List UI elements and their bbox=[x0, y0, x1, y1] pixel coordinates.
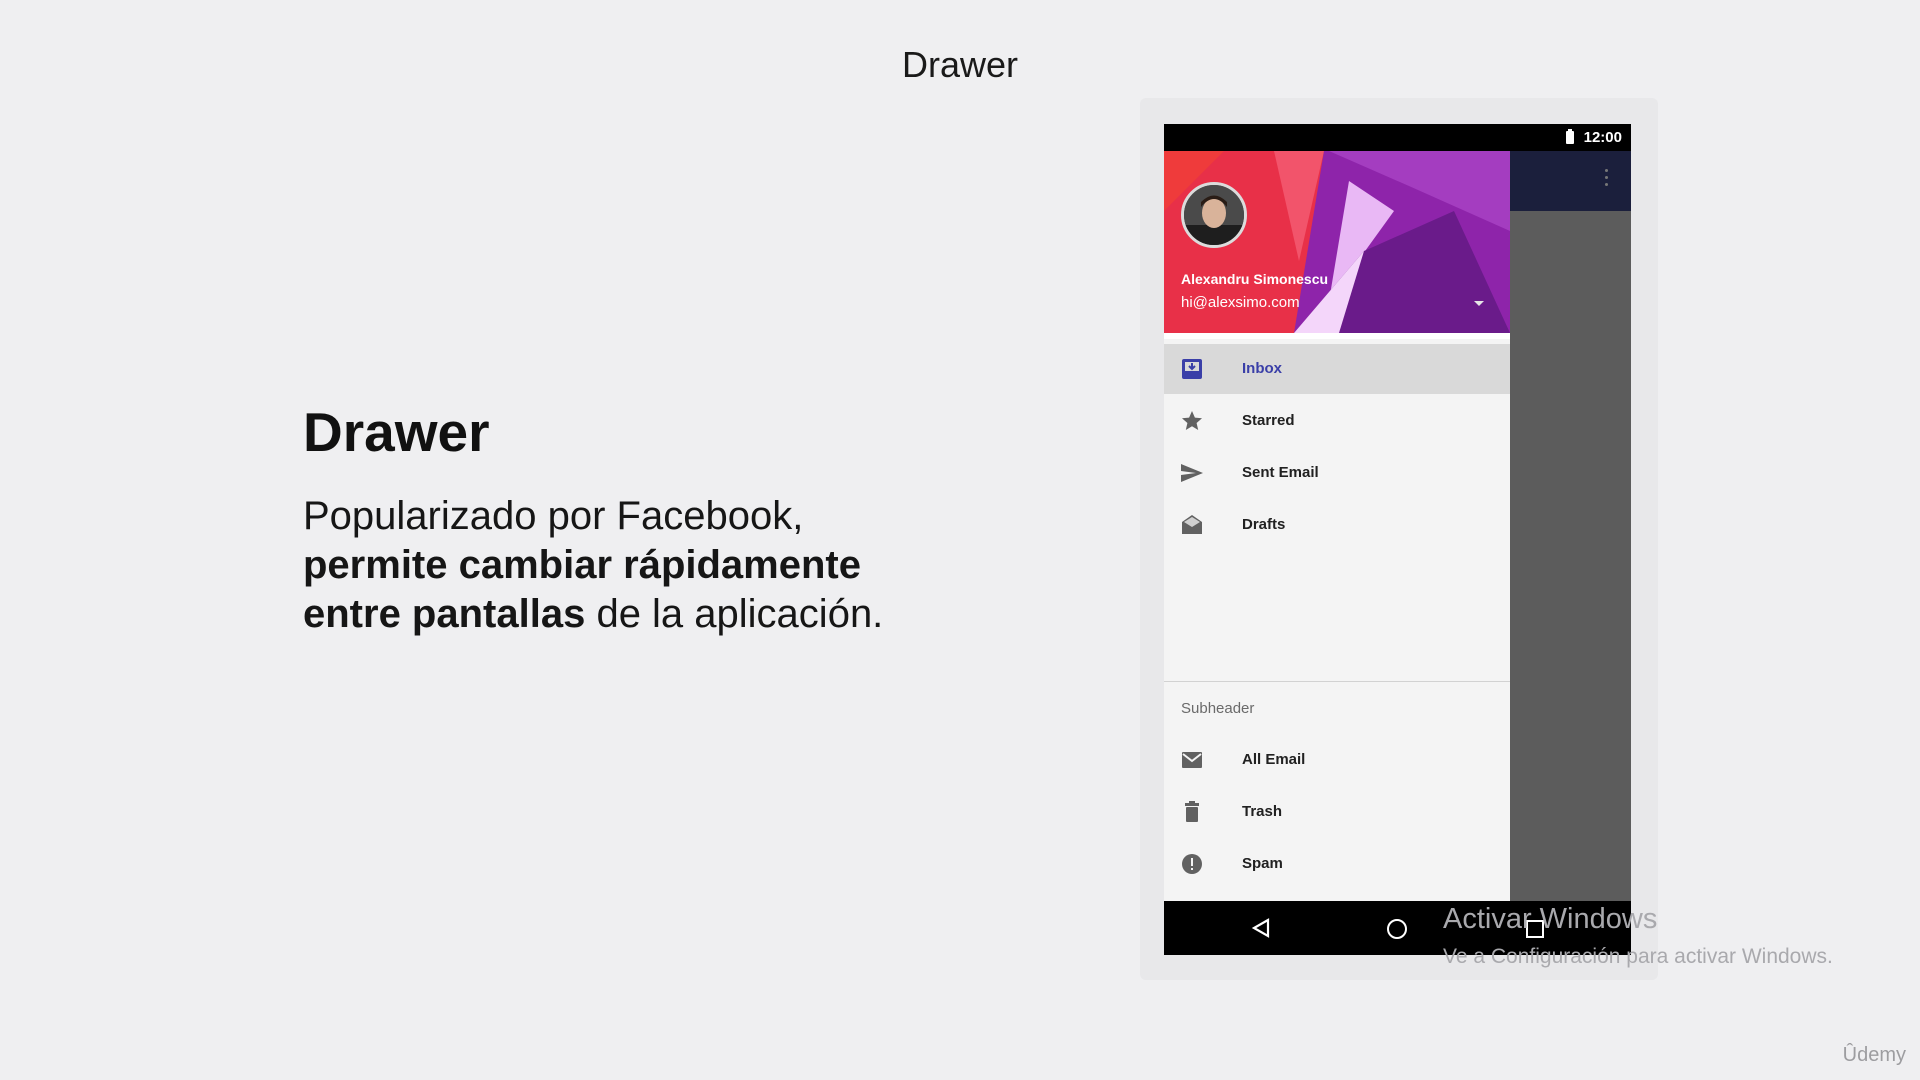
content-block: Drawer Popularizado por Facebook, permit… bbox=[303, 400, 943, 639]
slide-title: Drawer bbox=[901, 44, 1018, 85]
star-icon bbox=[1182, 411, 1202, 430]
nav-item-spam[interactable]: Spam bbox=[1164, 839, 1510, 889]
section-heading: Drawer bbox=[303, 401, 490, 463]
home-icon[interactable] bbox=[1387, 919, 1407, 939]
activation-watermark-title: Activar Windows bbox=[1443, 903, 1658, 935]
body-text: Popularizado por Facebook, permite cambi… bbox=[303, 492, 943, 639]
nav-item-label: Trash bbox=[1242, 803, 1283, 820]
mail-icon bbox=[1182, 752, 1202, 768]
phone-screen: 12:00 Alexandru Simonescu hi@alexsimo.co… bbox=[1164, 124, 1631, 955]
nav-item-inbox[interactable]: Inbox bbox=[1164, 344, 1510, 394]
account-dropdown-icon[interactable] bbox=[1474, 301, 1484, 306]
status-time: 12:00 bbox=[1583, 129, 1622, 146]
more-vert-icon[interactable] bbox=[1605, 169, 1609, 189]
account-email: hi@alexsimo.com bbox=[1181, 294, 1300, 311]
nav-item-sent-email[interactable]: Sent Email bbox=[1164, 448, 1510, 498]
udemy-logo: Ûdemy bbox=[1842, 1044, 1906, 1066]
trash-icon bbox=[1185, 801, 1199, 822]
avatar-photo bbox=[1184, 185, 1244, 245]
header-divider bbox=[1164, 333, 1510, 339]
navigation-drawer: Alexandru Simonescu hi@alexsimo.com Inbo… bbox=[1164, 151, 1510, 901]
nav-item-label: Drafts bbox=[1242, 516, 1286, 533]
account-name: Alexandru Simonescu bbox=[1181, 271, 1329, 287]
battery-icon bbox=[1566, 129, 1574, 144]
status-bar: 12:00 bbox=[1164, 124, 1631, 151]
send-icon bbox=[1181, 464, 1203, 482]
nav-item-drafts[interactable]: Drafts bbox=[1164, 500, 1510, 550]
nav-item-starred[interactable]: Starred bbox=[1164, 396, 1510, 446]
body-text-part2: de la aplicación. bbox=[585, 592, 884, 636]
drafts-icon bbox=[1182, 515, 1202, 534]
drawer-subheader: Subheader bbox=[1181, 700, 1255, 717]
drawer-divider bbox=[1164, 681, 1510, 682]
nav-item-label: Starred bbox=[1242, 412, 1295, 429]
nav-item-label: Spam bbox=[1242, 855, 1283, 872]
nav-item-label: All Email bbox=[1242, 751, 1306, 768]
activation-watermark-subtitle: Ve a Configuración para activar Windows. bbox=[1443, 945, 1833, 968]
nav-item-all-email[interactable]: All Email bbox=[1164, 735, 1510, 785]
drawer-header: Alexandru Simonescu hi@alexsimo.com bbox=[1164, 151, 1510, 333]
nav-item-trash[interactable]: Trash bbox=[1164, 787, 1510, 837]
avatar[interactable] bbox=[1181, 182, 1247, 248]
inbox-icon bbox=[1182, 359, 1202, 379]
nav-item-label: Inbox bbox=[1242, 360, 1282, 377]
spam-icon bbox=[1182, 854, 1202, 874]
back-icon[interactable] bbox=[1251, 918, 1271, 938]
body-text-part1: Popularizado por Facebook, bbox=[303, 494, 804, 538]
nav-item-label: Sent Email bbox=[1242, 464, 1319, 481]
